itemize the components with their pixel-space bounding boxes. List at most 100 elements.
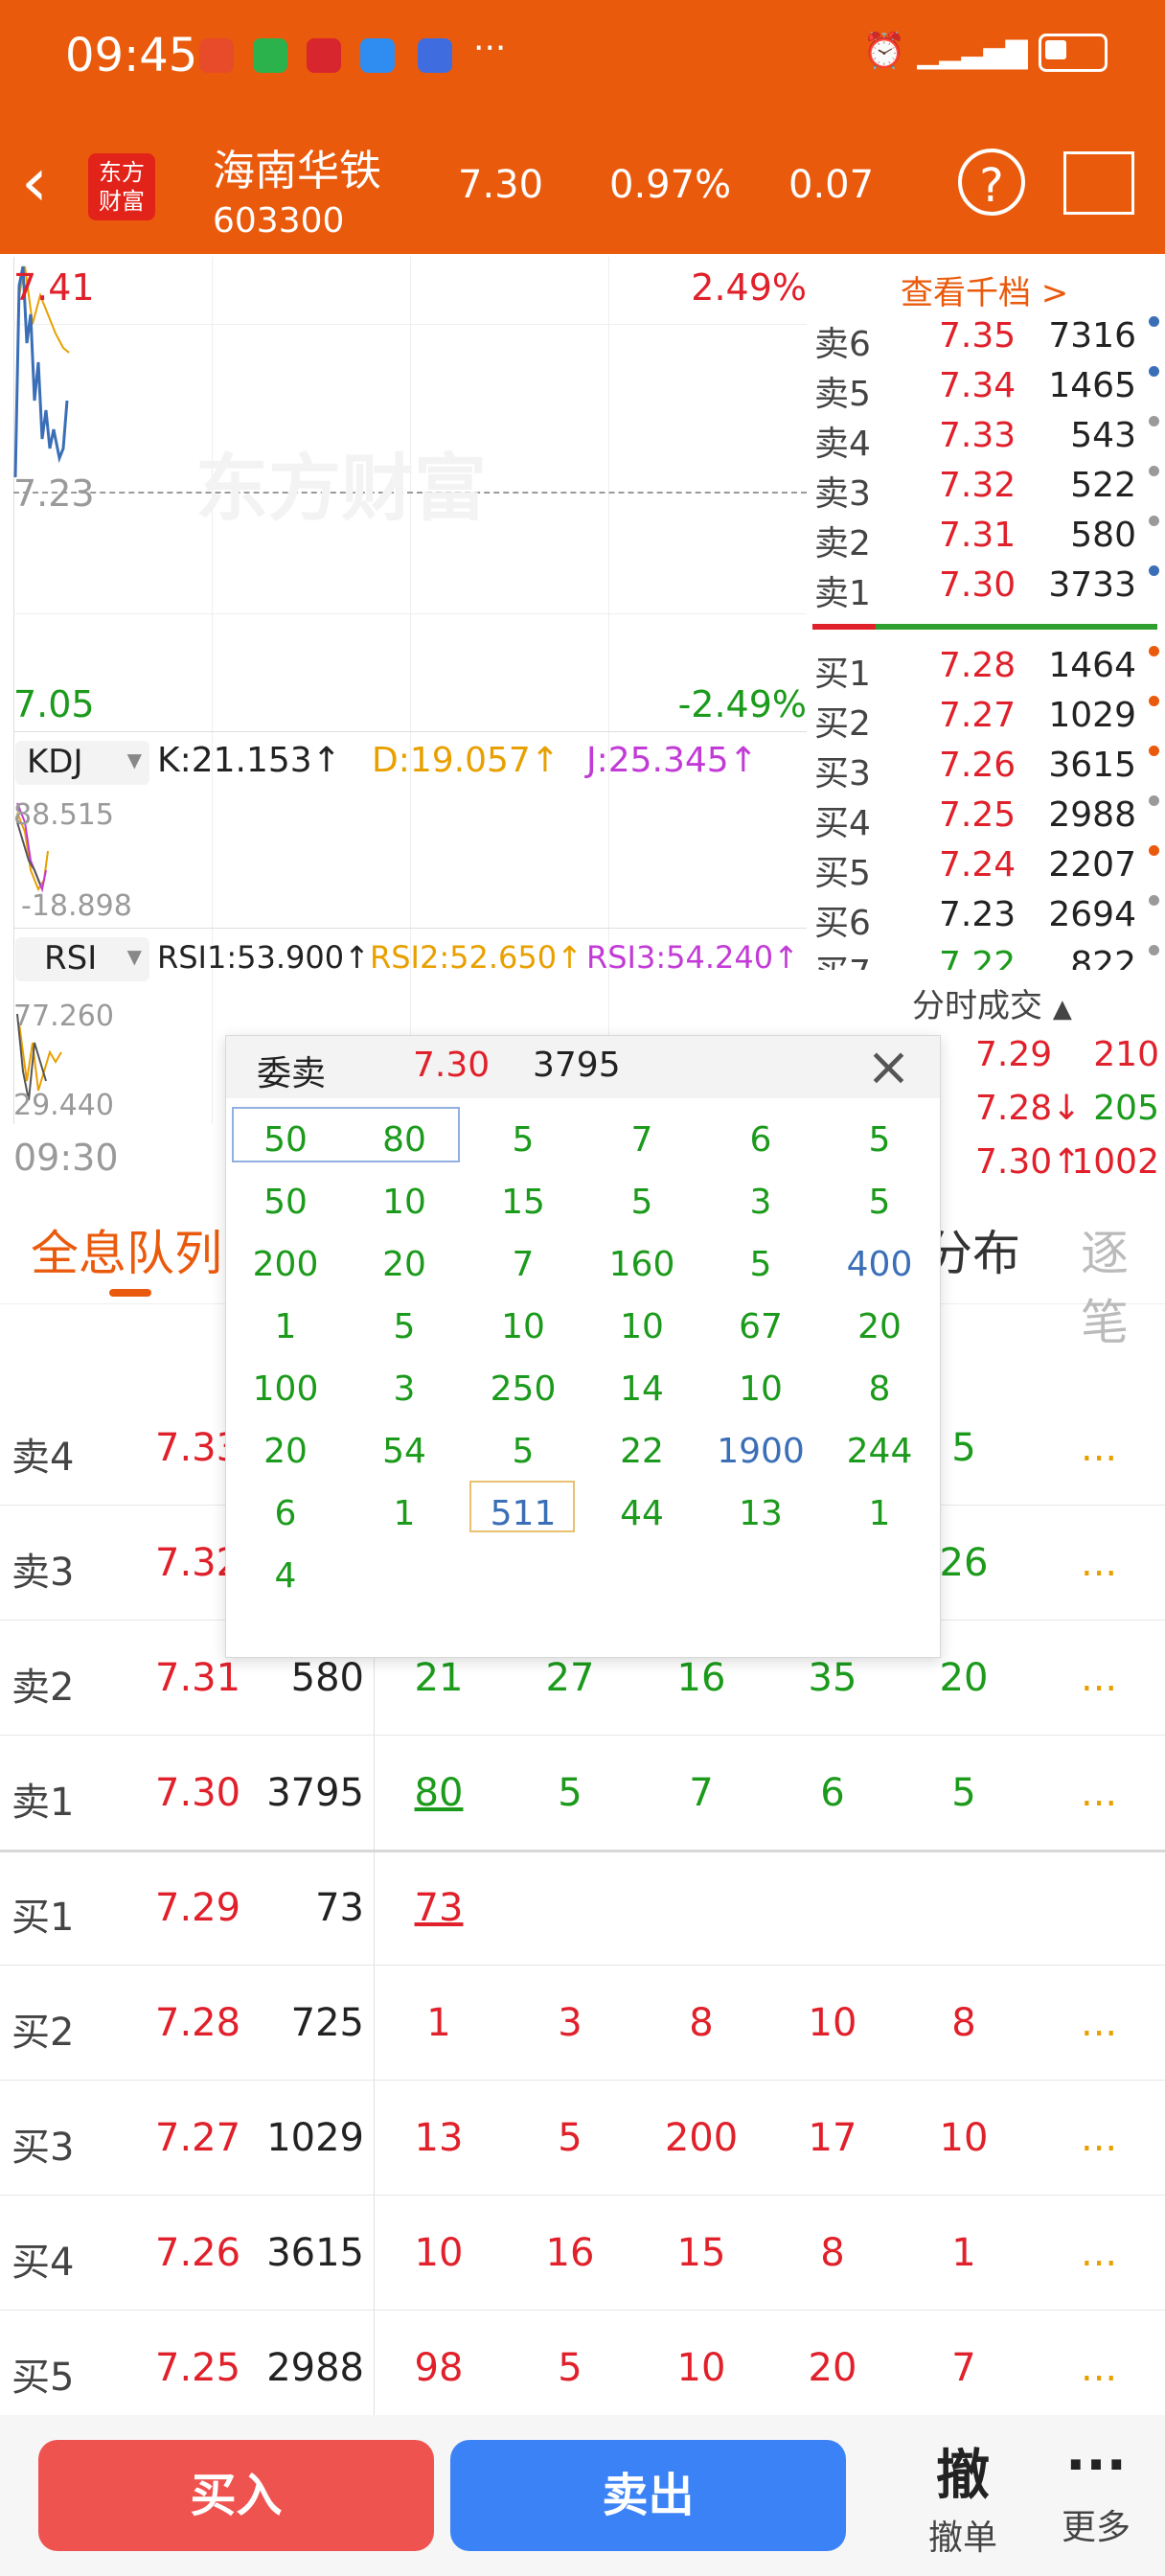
popup-order-cell[interactable]: 15 <box>464 1183 582 1222</box>
popup-order-cell[interactable]: 5 <box>820 1120 939 1160</box>
popup-order-cell[interactable]: 54 <box>345 1432 464 1471</box>
popup-order-cell[interactable]: 20 <box>226 1432 345 1471</box>
ask-level-row[interactable]: 卖3 7.32 522 <box>814 466 1159 516</box>
queue-level-label: 买2 <box>11 2011 75 2055</box>
help-icon[interactable]: ? <box>958 149 1025 216</box>
bid-level-row[interactable]: 买5 7.24 2207 <box>814 845 1159 895</box>
queue-row[interactable]: 买3 7.27 1029 13 5 200 17 10... <box>0 2080 1165 2196</box>
kdj-k: K:21.153↑ <box>157 741 341 780</box>
popup-order-cell[interactable]: 6 <box>701 1120 820 1160</box>
tab-tick-by-tick[interactable]: 逐笔 <box>1081 1215 1165 1353</box>
popup-order-cell[interactable]: 5 <box>345 1307 464 1346</box>
price-mid-label: 7.23 <box>13 472 95 515</box>
popup-order-cell[interactable]: 1900 <box>701 1432 820 1471</box>
ask-level-row[interactable]: 卖6 7.35 7316 <box>814 316 1159 366</box>
close-icon[interactable]: × <box>866 1036 911 1098</box>
queue-row[interactable]: 买1 7.29 73 73 <box>0 1850 1165 1966</box>
popup-order-cell[interactable]: 7 <box>464 1245 582 1284</box>
bid-level-row[interactable]: 买2 7.27 1029 <box>814 696 1159 746</box>
popup-order-cell[interactable]: 7 <box>582 1120 701 1160</box>
popup-order-cell[interactable]: 100 <box>226 1369 345 1409</box>
popup-order-cell[interactable]: 20 <box>820 1307 939 1346</box>
ask-level-row[interactable]: 卖4 7.33 543 <box>814 416 1159 466</box>
kdj-top-label: 88.515 <box>13 798 114 832</box>
trade-volume: 210 <box>1093 1035 1159 1074</box>
split-screen-icon[interactable] <box>1063 151 1134 215</box>
popup-order-cell[interactable]: 10 <box>345 1183 464 1222</box>
cancel-icon: 撤 <box>936 2445 990 2507</box>
trades-title[interactable]: 分时成交 ▲ <box>912 979 1072 1026</box>
level-volume: 822 <box>1070 945 1136 970</box>
bid-level-row[interactable]: 买4 7.25 2988 <box>814 795 1159 845</box>
order-dot-icon <box>1149 516 1159 526</box>
queue-price: 7.29 <box>155 1886 241 1930</box>
battery-icon <box>1039 34 1108 72</box>
popup-order-cell[interactable]: 3 <box>345 1369 464 1409</box>
popup-order-cell[interactable]: 5 <box>701 1245 820 1284</box>
bid-level-row[interactable]: 买6 7.23 2694 <box>814 895 1159 945</box>
queue-order: 10 <box>676 2346 726 2390</box>
popup-order-cell[interactable]: 1 <box>226 1307 345 1346</box>
queue-order: 5 <box>951 1771 976 1815</box>
queue-row[interactable]: 买4 7.26 3615 10 16 15 8 1... <box>0 2195 1165 2311</box>
popup-order-cell[interactable]: 6 <box>226 1494 345 1533</box>
popup-order-cell[interactable]: 3 <box>701 1183 820 1222</box>
popup-order-cell[interactable]: 1 <box>345 1494 464 1533</box>
more-icon: ··· <box>1065 2434 1127 2496</box>
level-label: 卖3 <box>814 474 871 514</box>
ask-level-row[interactable]: 卖1 7.30 3733 <box>814 565 1159 615</box>
sell-button[interactable]: 卖出 <box>450 2440 846 2551</box>
queue-order: 1 <box>951 2231 976 2275</box>
more-button[interactable]: ··· 更多 <box>1048 2432 1144 2549</box>
kdj-selector[interactable]: KDJ ▼ <box>15 741 149 785</box>
ask-level-row[interactable]: 卖2 7.31 580 <box>814 516 1159 565</box>
popup-order-cell[interactable]: 160 <box>582 1245 701 1284</box>
popup-order-cell[interactable]: 200 <box>226 1245 345 1284</box>
trade-row: 7.30↑ 1002 <box>975 1142 1159 1190</box>
level-label: 买3 <box>814 754 871 794</box>
popup-order-cell[interactable]: 67 <box>701 1307 820 1346</box>
popup-order-cell[interactable]: 250 <box>464 1369 582 1409</box>
popup-order-cell[interactable]: 10 <box>701 1369 820 1409</box>
ask-level-row[interactable]: 卖5 7.34 1465 <box>814 366 1159 416</box>
kdj-d: D:19.057↑ <box>372 741 560 780</box>
popup-order-cell[interactable]: 20 <box>345 1245 464 1284</box>
cancel-order-button[interactable]: 撤 撤单 <box>915 2432 1011 2560</box>
popup-header: 委卖 7.30 3795 × <box>226 1036 940 1098</box>
popup-order-cell[interactable]: 244 <box>820 1432 939 1471</box>
bid-level-row[interactable]: 买7 7.22 822 <box>814 945 1159 970</box>
bid-level-row[interactable]: 买3 7.26 3615 <box>814 746 1159 795</box>
queue-row[interactable]: 买2 7.28 725 1 3 8 10 8... <box>0 1965 1165 2081</box>
level-label: 买4 <box>814 804 871 843</box>
popup-order-cell[interactable]: 14 <box>582 1369 701 1409</box>
popup-order-cell[interactable]: 5 <box>820 1183 939 1222</box>
intraday-chart[interactable]: 东方财富 7.41 2.49% 7.23 7.05 -2.49% KDJ ▼ K… <box>13 257 807 1124</box>
bid-level-row[interactable]: 买1 7.28 1464 <box>814 646 1159 696</box>
rsi-selector[interactable]: RSI ▼ <box>15 937 149 981</box>
queue-order: 15 <box>676 2231 726 2275</box>
popup-order-cell[interactable]: 13 <box>701 1494 820 1533</box>
rsi2: RSI2:52.650↑ <box>370 939 582 976</box>
queue-row[interactable]: 卖1 7.30 3795 80 5 7 6 5... <box>0 1735 1165 1852</box>
queue-order: 13 <box>414 2116 464 2160</box>
popup-order-cell[interactable]: 400 <box>820 1245 939 1284</box>
popup-order-cell[interactable]: 10 <box>582 1307 701 1346</box>
more-orders-icon: ... <box>1081 1426 1118 1470</box>
popup-order-cell[interactable]: 8 <box>820 1369 939 1409</box>
popup-order-cell[interactable]: 5 <box>582 1183 701 1222</box>
popup-order-cell[interactable]: 22 <box>582 1432 701 1471</box>
buy-button[interactable]: 买入 <box>38 2440 434 2551</box>
popup-order-cell[interactable]: 10 <box>464 1307 582 1346</box>
queue-row[interactable]: 买5 7.25 2988 98 5 10 20 7... <box>0 2310 1165 2426</box>
popup-volume: 3795 <box>533 1046 621 1085</box>
tab-full-queue[interactable]: 全息队列 <box>31 1215 222 1284</box>
back-icon[interactable]: ‹ <box>21 149 48 216</box>
level-label: 买2 <box>814 704 871 744</box>
popup-order-cell[interactable]: 5 <box>464 1432 582 1471</box>
popup-order-cell[interactable]: 4 <box>226 1556 345 1596</box>
popup-order-cell[interactable]: 5 <box>464 1120 582 1160</box>
popup-order-cell[interactable]: 1 <box>820 1494 939 1533</box>
popup-order-cell[interactable]: 50 <box>226 1183 345 1222</box>
popup-order-cell[interactable]: 44 <box>582 1494 701 1533</box>
view-depth-link[interactable]: 查看千档 > <box>901 266 1068 313</box>
